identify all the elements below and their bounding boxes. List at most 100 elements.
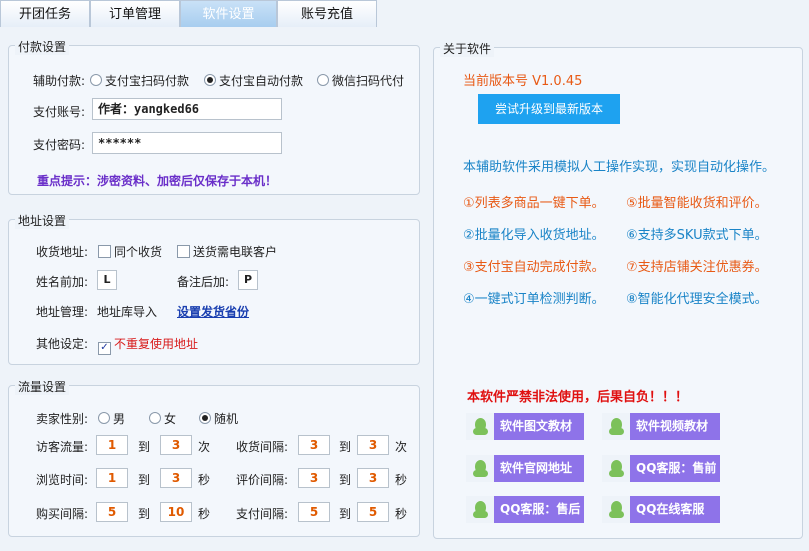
radio-checked-icon <box>204 74 216 86</box>
qq-aftersales-button[interactable]: QQ客服：售后 <box>466 496 584 523</box>
tab-bar: 开团任务 订单管理 软件设置 账号充值 <box>0 0 809 28</box>
radio-gender-random[interactable]: 随机 <box>199 410 238 427</box>
name-prefix-label: 姓名前加: <box>36 275 89 289</box>
checkbox-label: 同个收货 <box>114 245 163 259</box>
button-label: 软件图文教材 <box>500 419 573 433</box>
checkbox-label: 送货需电联客户 <box>193 245 278 259</box>
review-interval-from[interactable]: 3 <box>298 468 330 488</box>
set-province-link[interactable]: 设置发货省份 <box>177 303 249 320</box>
qq-online-support-button[interactable]: QQ在线客服 <box>602 496 720 523</box>
pay-password-label: 支付密码: <box>33 138 86 152</box>
receive-interval-to[interactable]: 3 <box>357 435 389 455</box>
payment-settings-legend: 付款设置 <box>15 38 70 55</box>
feature-item: ④一键式订单检测判断。 <box>463 292 605 307</box>
pay-password-input[interactable]: ****** <box>92 132 282 154</box>
name-prefix-input[interactable]: L <box>97 270 117 290</box>
review-interval-to[interactable]: 3 <box>357 468 389 488</box>
radio-label: 支付宝扫码付款 <box>105 74 190 88</box>
radio-label: 女 <box>164 412 177 426</box>
checkbox-no-repeat[interactable]: ✓ 不重复使用地址 <box>98 335 198 355</box>
radio-circle-icon <box>98 412 110 424</box>
payment-interval-label: 支付间隔: <box>236 507 289 521</box>
radio-checked-icon <box>199 412 211 424</box>
qq-penguin-icon <box>466 455 494 482</box>
other-settings-label: 其他设定: <box>36 337 89 351</box>
tutorial-video-button[interactable]: 软件视频教材 <box>602 413 720 440</box>
remark-suffix-input[interactable]: P <box>238 270 258 290</box>
qq-penguin-icon <box>602 496 630 523</box>
browse-time-label: 浏览时间: <box>36 473 89 487</box>
qq-presales-button[interactable]: QQ客服：售前 <box>602 455 720 482</box>
browse-time-from[interactable]: 1 <box>96 468 128 488</box>
purchase-interval-to[interactable]: 10 <box>160 502 192 522</box>
review-interval-label: 评价间隔: <box>236 473 289 487</box>
version-text: 当前版本号 V1.0.45 <box>463 74 583 89</box>
qq-penguin-icon <box>602 413 630 440</box>
unit-label: 秒 <box>198 507 211 521</box>
address-settings-legend: 地址设置 <box>15 212 70 229</box>
receive-address-label: 收货地址: <box>36 245 89 259</box>
unit-label: 秒 <box>395 473 408 487</box>
tab-account-recharge[interactable]: 账号充值 <box>277 0 377 27</box>
to-label: 到 <box>138 507 151 521</box>
radio-alipay-scan[interactable]: 支付宝扫码付款 <box>90 72 189 89</box>
radio-label: 支付宝自动付款 <box>219 74 304 88</box>
radio-gender-male[interactable]: 男 <box>98 410 125 427</box>
receive-interval-label: 收货间隔: <box>236 440 289 454</box>
button-label: 软件官网地址 <box>500 461 573 475</box>
official-site-button[interactable]: 软件官网地址 <box>466 455 584 482</box>
radio-label: 微信扫码代付 <box>332 74 405 88</box>
receive-interval-from[interactable]: 3 <box>298 435 330 455</box>
radio-alipay-auto[interactable]: 支付宝自动付款 <box>204 72 303 89</box>
software-description: 本辅助软件采用模拟人工操作实现，实现自动化操作。 <box>463 160 776 175</box>
checkbox-icon <box>177 245 190 258</box>
radio-circle-icon <box>149 412 161 424</box>
button-label: 软件视频教材 <box>636 419 709 433</box>
checkbox-checked-icon: ✓ <box>98 342 111 355</box>
checkbox-deliver-call[interactable]: 送货需电联客户 <box>177 243 277 260</box>
button-label: QQ在线客服 <box>636 502 705 516</box>
traffic-settings-legend: 流量设置 <box>15 378 70 395</box>
purchase-interval-label: 购买间隔: <box>36 507 89 521</box>
radio-label: 男 <box>113 412 126 426</box>
radio-gender-female[interactable]: 女 <box>149 410 176 427</box>
payment-interval-to[interactable]: 5 <box>357 502 389 522</box>
tutorial-text-button[interactable]: 软件图文教材 <box>466 413 584 440</box>
tab-group-tasks[interactable]: 开团任务 <box>0 0 90 27</box>
payment-interval-from[interactable]: 5 <box>298 502 330 522</box>
button-label: QQ客服：售前 <box>636 461 717 475</box>
to-label: 到 <box>339 440 352 454</box>
qq-penguin-icon <box>602 455 630 482</box>
feature-item: ⑤批量智能收货和评价。 <box>626 196 768 211</box>
unit-label: 次 <box>198 440 211 454</box>
radio-circle-icon <box>317 74 329 86</box>
upgrade-button[interactable]: 尝试升级到最新版本 <box>478 94 620 124</box>
feature-item: ⑧智能化代理安全模式。 <box>626 292 768 307</box>
to-label: 到 <box>339 507 352 521</box>
browse-time-to[interactable]: 3 <box>160 468 192 488</box>
unit-label: 秒 <box>198 473 211 487</box>
visitor-traffic-to[interactable]: 3 <box>160 435 192 455</box>
purchase-interval-from[interactable]: 5 <box>96 502 128 522</box>
qq-penguin-icon <box>466 496 494 523</box>
feature-item: ⑥支持多SKU款式下单。 <box>626 228 768 243</box>
tab-software-settings[interactable]: 软件设置 <box>180 0 277 27</box>
tab-order-management[interactable]: 订单管理 <box>90 0 180 27</box>
radio-label: 随机 <box>214 412 239 426</box>
address-import-button[interactable]: 地址库导入 <box>97 303 157 320</box>
remark-suffix-label: 备注后加: <box>177 275 230 289</box>
to-label: 到 <box>138 440 151 454</box>
button-label: QQ客服：售后 <box>500 502 581 516</box>
unit-label: 次 <box>395 440 408 454</box>
legal-warning: 本软件严禁非法使用，后果自负！！！ <box>467 390 689 405</box>
pay-account-input[interactable]: 作者：yangked66 <box>92 98 282 120</box>
radio-wechat-scan[interactable]: 微信扫码代付 <box>317 72 404 89</box>
feature-item: ⑦支持店铺关注优惠券。 <box>626 260 768 275</box>
checkbox-label: 不重复使用地址 <box>114 337 199 351</box>
visitor-traffic-from[interactable]: 1 <box>96 435 128 455</box>
checkbox-same-receive[interactable]: 同个收货 <box>98 243 162 260</box>
unit-label: 秒 <box>395 507 408 521</box>
visitor-traffic-label: 访客流量: <box>36 440 89 454</box>
seller-gender-label: 卖家性别: <box>36 412 89 426</box>
payment-notice: 重点提示：涉密资料、加密后仅保存于本机！ <box>37 174 278 188</box>
